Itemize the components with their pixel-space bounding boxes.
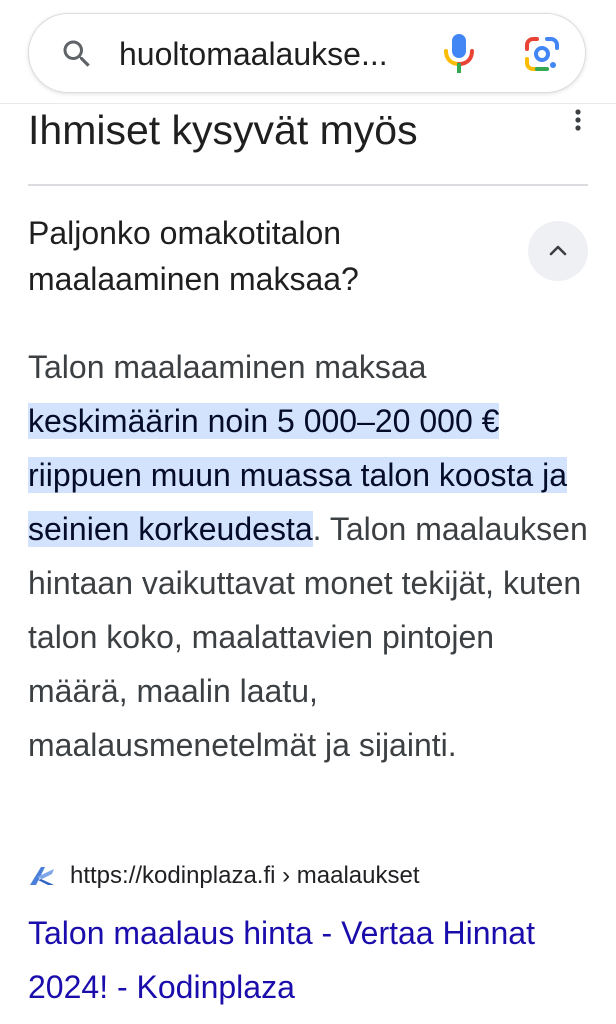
google-lens-icon[interactable] — [523, 35, 561, 73]
source-url[interactable]: https://kodinplaza.fi › maalaukset — [70, 860, 420, 892]
microphone-icon[interactable] — [441, 32, 477, 76]
collapse-button[interactable] — [528, 221, 588, 281]
result-title-link[interactable]: Talon maalaus hinta - Vertaa Hinnat 2024… — [28, 906, 598, 1014]
answer-snippet: Talon maalaaminen maksaa keskimäärin noi… — [28, 340, 600, 772]
search-input[interactable]: huoltomaalaukse... — [119, 36, 429, 72]
section-divider — [28, 184, 588, 186]
kodinplaza-logo-icon — [30, 867, 54, 885]
question-text[interactable]: Paljonko omakotitalon maalaaminen maksaa… — [28, 210, 488, 302]
search-icon[interactable] — [59, 36, 95, 72]
answer-intro: Talon maalaaminen maksaa — [28, 349, 427, 385]
header-divider — [0, 103, 616, 104]
more-vert-icon[interactable] — [568, 106, 588, 136]
chevron-up-icon — [549, 245, 567, 256]
answer-rest: Talon maalauksen hintaan vaikuttavat mon… — [28, 511, 588, 763]
section-title: Ihmiset kysyvät myös — [28, 107, 418, 153]
search-bar[interactable]: huoltomaalaukse... — [28, 13, 586, 93]
answer-period: . — [312, 511, 322, 547]
